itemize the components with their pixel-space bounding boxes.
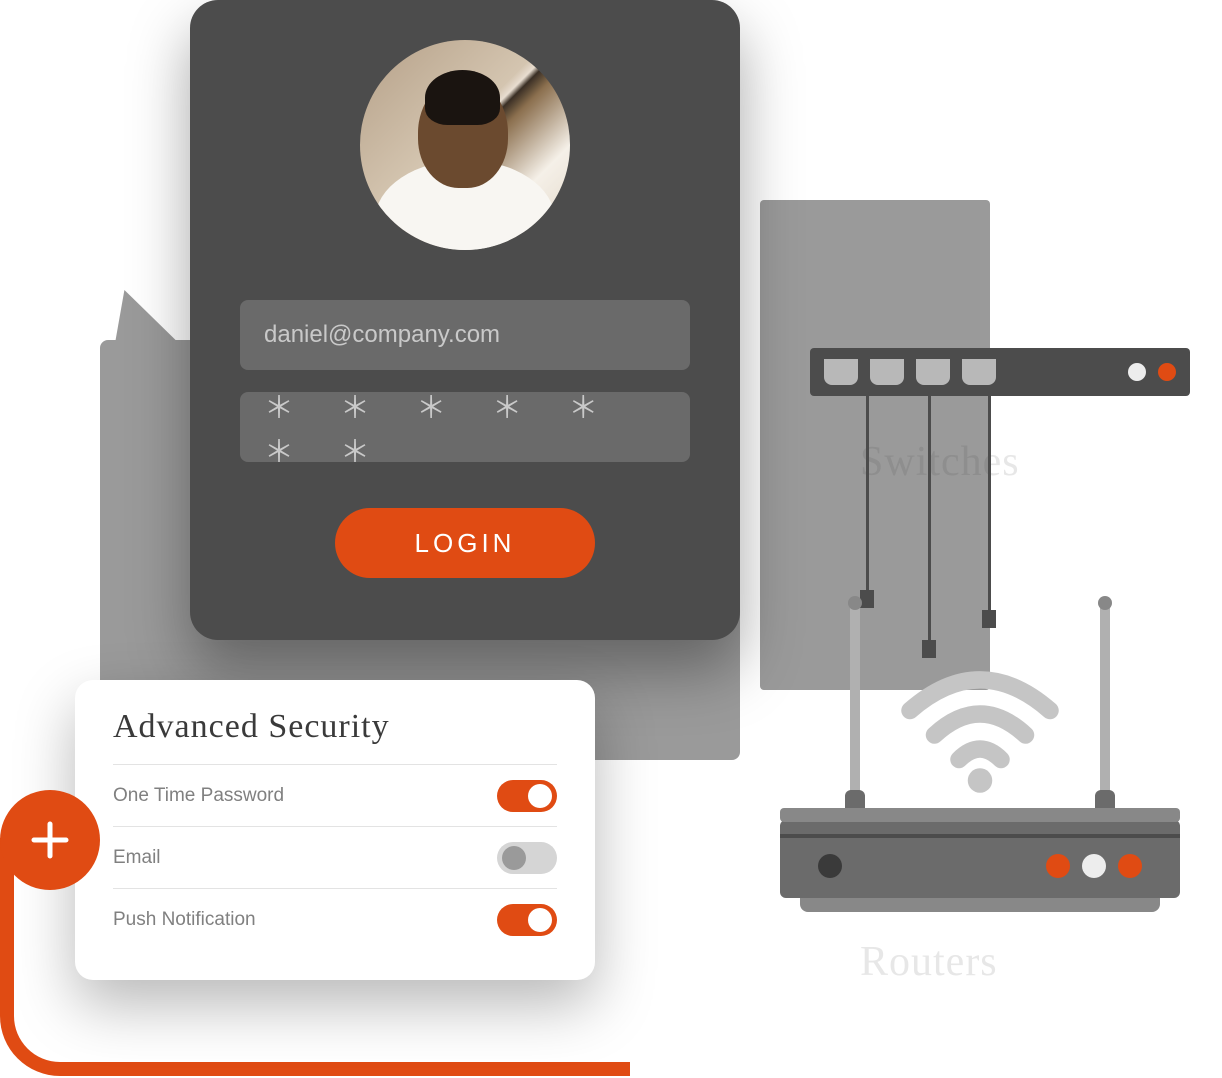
security-option-otp: One Time Password (113, 764, 557, 826)
status-led-icon (1046, 854, 1070, 878)
switch-label: Switches (860, 438, 1020, 486)
cable-plug-icon (860, 590, 874, 608)
wifi-icon (890, 658, 1070, 798)
router-device (780, 820, 1180, 898)
security-option-label: Email (113, 847, 161, 869)
cable-icon (866, 396, 869, 596)
router-base (800, 898, 1160, 912)
plus-icon (26, 816, 74, 864)
security-title: Advanced Security (113, 708, 557, 764)
toggle-push[interactable] (497, 904, 557, 936)
ethernet-port-icon (870, 359, 904, 385)
ethernet-port-icon (916, 359, 950, 385)
ethernet-port-icon (824, 359, 858, 385)
security-option-label: One Time Password (113, 785, 284, 807)
cable-plug-icon (922, 640, 936, 658)
add-button[interactable] (0, 790, 100, 890)
cable-icon (928, 396, 931, 646)
antenna-icon (850, 600, 860, 820)
security-option-email: Email (113, 826, 557, 888)
antenna-icon (1100, 600, 1110, 820)
login-button[interactable]: LOGIN (335, 508, 595, 578)
security-option-push: Push Notification (113, 888, 557, 950)
login-card: ＊ ＊ ＊ ＊ ＊ ＊ ＊ LOGIN (190, 0, 740, 640)
router-label: Routers (860, 938, 998, 986)
status-led-icon (1158, 363, 1176, 381)
email-field[interactable] (240, 300, 690, 370)
status-led-icon (1128, 363, 1146, 381)
router-indicator-icon (818, 854, 842, 878)
avatar (360, 40, 570, 250)
status-led-icon (1082, 854, 1106, 878)
status-led-icon (1118, 854, 1142, 878)
ethernet-port-icon (962, 359, 996, 385)
cable-icon (988, 396, 991, 616)
security-card: Advanced Security One Time Password Emai… (75, 680, 595, 980)
switch-device (810, 348, 1190, 396)
cable-plug-icon (982, 610, 996, 628)
toggle-email[interactable] (497, 842, 557, 874)
password-field[interactable]: ＊ ＊ ＊ ＊ ＊ ＊ ＊ (240, 392, 690, 462)
security-option-label: Push Notification (113, 909, 256, 931)
toggle-otp[interactable] (497, 780, 557, 812)
